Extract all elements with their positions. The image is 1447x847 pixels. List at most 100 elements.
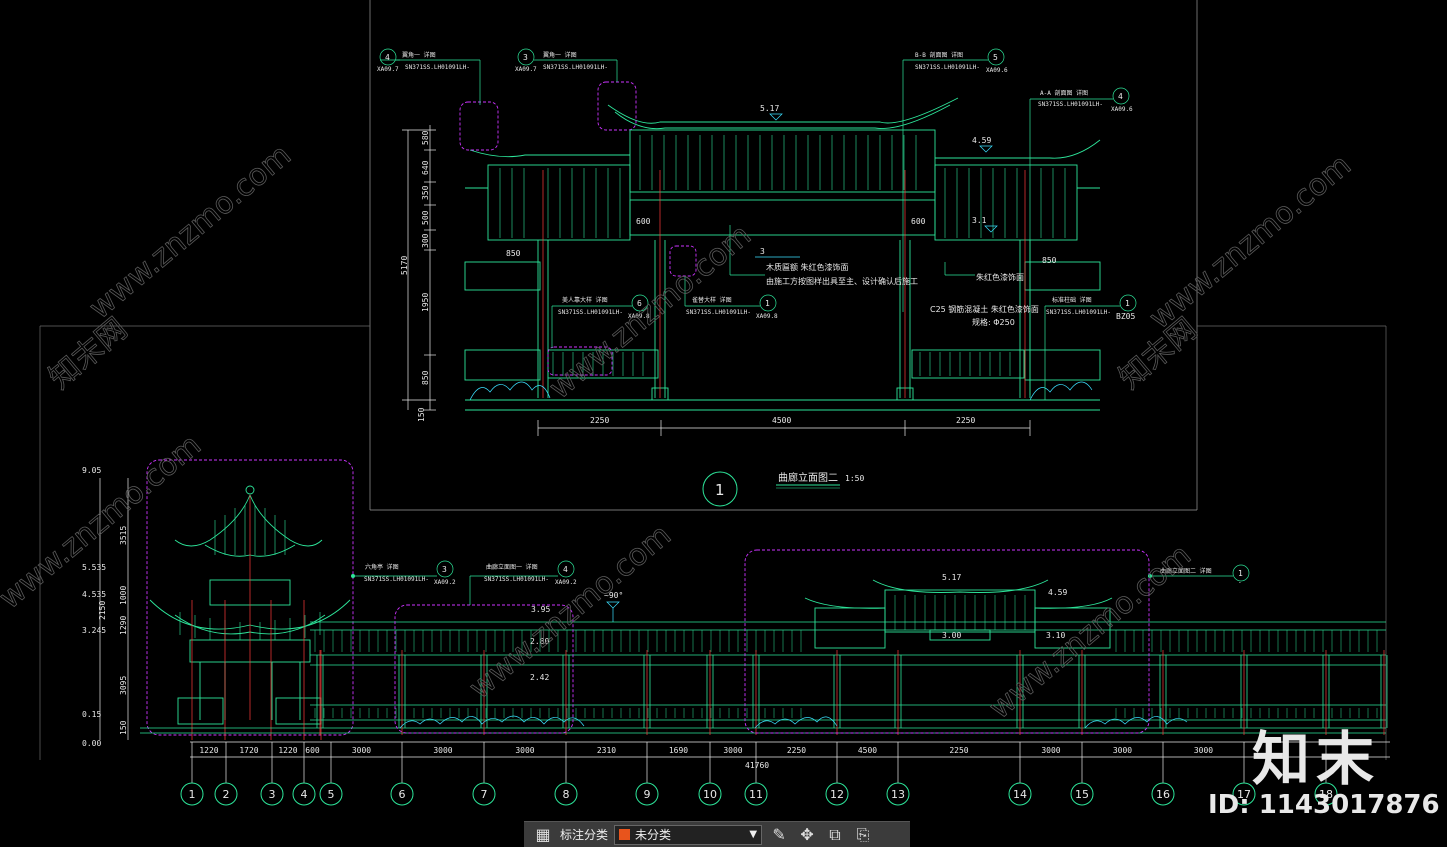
dim-left-3: 500: [421, 210, 430, 225]
axis-label: 9: [644, 788, 651, 801]
dim-segment: 3000: [1194, 746, 1213, 755]
upper-elevation: 5170 580 640 350 500 300 1950 850 150 22…: [377, 48, 1137, 507]
dim-left-4: 300: [421, 233, 430, 248]
callout-upper-5-title: 雀替大样 详图: [692, 296, 732, 304]
dim-lower-left-1: 1000: [119, 586, 128, 605]
level-left-5: 0.00: [82, 739, 101, 748]
watermark-diagonal-4: www.znzmo.com: [463, 518, 678, 707]
axis-label: 5: [328, 788, 335, 801]
axis-label: 15: [1075, 788, 1089, 801]
move-icon[interactable]: ✥: [796, 825, 818, 844]
dim-left-5: 1950: [421, 293, 430, 312]
callout-lower-0-ref: XA09.2: [434, 579, 456, 586]
callout-lower-1-title: 曲廊立面图一 详图: [486, 563, 538, 571]
axis-label: 2: [223, 788, 230, 801]
callout-upper-2-num: 5: [993, 53, 998, 62]
callout-upper-5-ref: XA09.8: [756, 313, 778, 320]
axis-label: 1: [189, 788, 196, 801]
note-1: 由施工方按图样出具至主、设计确认后施工: [766, 276, 918, 286]
level-upper-2: 3.1: [972, 216, 987, 225]
dim-bottom-1: 4500: [772, 416, 791, 425]
dim-segment: 3000: [352, 746, 371, 755]
level-left-3: 3.245: [82, 626, 106, 635]
callout-upper-0-ref: XA09.7: [377, 66, 399, 73]
axis-label: 6: [399, 788, 406, 801]
level-upper-3: 3: [760, 247, 765, 256]
level-upper-0: 5.17: [760, 104, 779, 113]
span-label-0: 600: [636, 217, 651, 226]
dim-segment: 3000: [1113, 746, 1132, 755]
callout-upper-3-ref: XA09.6: [1111, 106, 1133, 113]
chevron-down-icon: ▼: [749, 829, 758, 840]
axis-label: 13: [891, 788, 905, 801]
dim-segment: 1220: [199, 746, 218, 755]
dim-segment: 3000: [515, 746, 534, 755]
copy-icon[interactable]: ⧉: [824, 825, 846, 845]
watermark-diagonal-0: www.znzmo.com: [83, 138, 298, 327]
annotation-toolbar: ▦ 标注分类 未分类 ▼ ✎ ✥ ⧉ ⎘: [524, 821, 910, 847]
callout-upper-2-spec: SN371SS.LH01091LH-: [915, 64, 980, 71]
callout-upper-3-num: 4: [1118, 92, 1123, 101]
category-dropdown[interactable]: 未分类 ▼: [614, 824, 763, 845]
dim-left-0: 580: [421, 130, 430, 145]
dim-left-2: 350: [421, 185, 430, 200]
dim-bottom-2: 2250: [956, 416, 975, 425]
span-label-2: 850: [506, 249, 521, 258]
level-left-1: 5.535: [82, 563, 106, 572]
callout-upper-6-spec: SN371SS.LH01091LH-: [1046, 309, 1111, 316]
callout-lower-1-num: 4: [563, 565, 568, 574]
callout-upper-1-spec: SN371SS.LH01091LH-: [543, 64, 608, 71]
dim-segment: 1220: [278, 746, 297, 755]
dim-lower-left-3: 3095: [119, 676, 128, 695]
dim-bottom-0: 2250: [590, 416, 609, 425]
axis-label: 12: [830, 788, 844, 801]
dim-segment: 3000: [433, 746, 452, 755]
level-lower-5: 3.00: [942, 631, 961, 640]
note-3: C25 钢筋混凝土 朱红色漆饰面: [930, 304, 1039, 314]
callout-lower-0-title: 六角亭 详图: [365, 563, 399, 571]
callout-upper-6-num: 1: [1125, 299, 1130, 308]
callout-upper-1-title: 翼角一 详图: [543, 51, 577, 59]
dim-overall-height: 5170: [400, 256, 409, 275]
level-lower-4: 4.59: [1048, 588, 1067, 597]
paste-icon[interactable]: ⎘: [852, 825, 874, 845]
level-left-4: 0.15: [82, 710, 101, 719]
callout-lower-0-spec: SN371SS.LH01091LH-: [364, 576, 429, 583]
callout-upper-0-spec: SN371SS.LH01091LH-: [405, 64, 470, 71]
edit-icon[interactable]: ✎: [768, 825, 790, 844]
cad-drawing-canvas[interactable]: 5170 580 640 350 500 300 1950 850 150 22…: [0, 0, 1447, 847]
callout-upper-4-title: 美人靠大样 详图: [562, 296, 608, 304]
axis-label: 14: [1013, 788, 1027, 801]
dim-segment: 3000: [1041, 746, 1060, 755]
dim-segment: 2250: [787, 746, 806, 755]
callout-upper-1-num: 3: [523, 53, 528, 62]
note-4: 规格: Φ250: [972, 317, 1015, 327]
dim-segment: 1720: [239, 746, 258, 755]
dim-total: 41760: [745, 761, 769, 770]
dim-left-7: 150: [417, 407, 426, 422]
callout-upper-1-ref: XA09.7: [515, 66, 537, 73]
callout-upper-2-ref: XA09.6: [986, 67, 1008, 74]
dim-lower-left-4: 150: [119, 720, 128, 735]
callout-upper-0-title: 翼角一 详图: [402, 51, 436, 59]
dim-segment: 1690: [669, 746, 688, 755]
drawing-title-number: 1: [715, 481, 725, 499]
watermark-diagonal-2: www.znzmo.com: [1143, 148, 1358, 337]
callout-upper-2-title: B-B 剖面图 详图: [915, 51, 963, 59]
callout-lower-2-ref: -: [1238, 579, 1242, 586]
note-0: 木质匾额 朱红色漆饰面: [766, 262, 849, 272]
drawing-scale: 1:50: [845, 474, 864, 483]
span-label-3: 850: [1042, 256, 1057, 265]
callout-upper-6-ref: BZ05: [1116, 312, 1135, 321]
callout-upper-0-num: 4: [385, 53, 390, 62]
axis-label: 11: [749, 788, 763, 801]
span-label-1: 600: [911, 217, 926, 226]
callout-upper-5-spec: SN371SS.LH01091LH-: [686, 309, 751, 316]
level-left-2: 4.535: [82, 590, 106, 599]
watermark-diagonal-3: www.znzmo.com: [0, 428, 208, 617]
annotation-category-label: 标注分类: [560, 828, 609, 842]
dim-lower-left-2: 1290: [119, 616, 128, 635]
grid-icon[interactable]: ▦: [532, 825, 554, 844]
dim-segment: 2250: [949, 746, 968, 755]
level-lower-3: 5.17: [942, 573, 961, 582]
